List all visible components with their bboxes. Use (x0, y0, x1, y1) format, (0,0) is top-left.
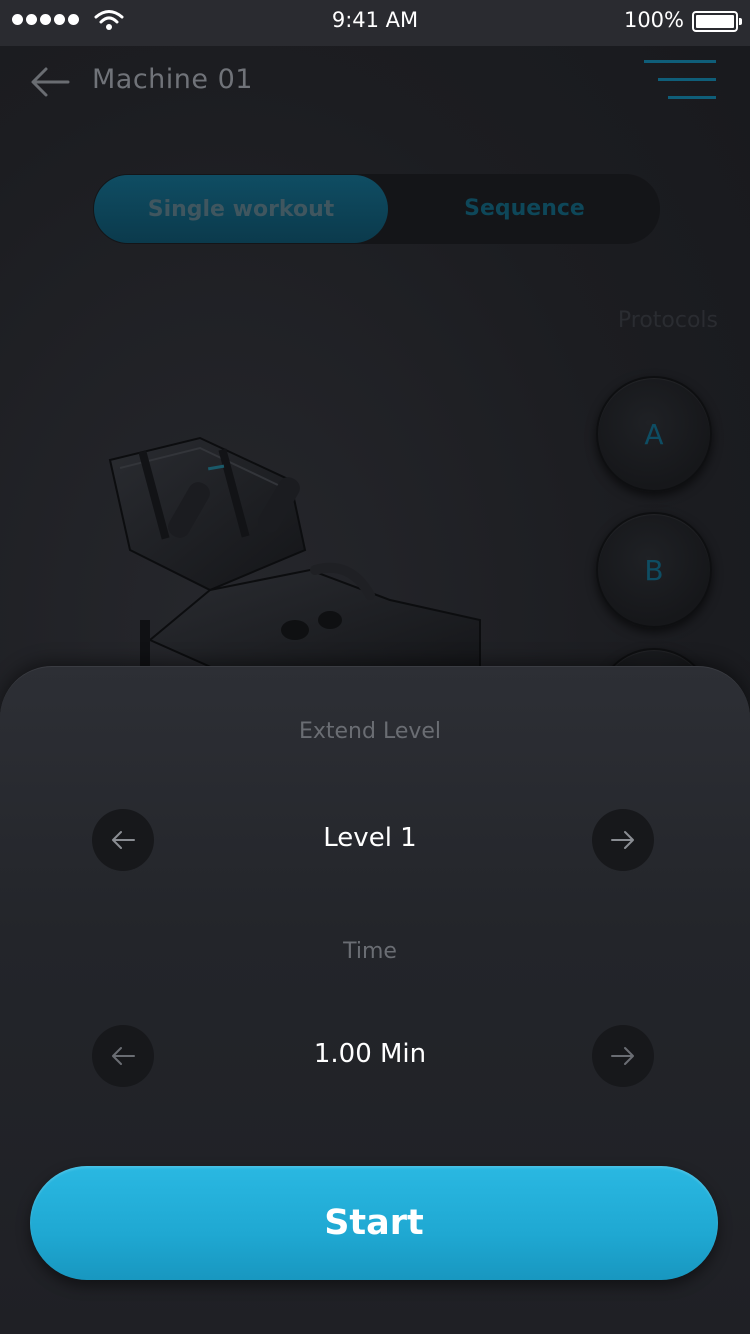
page-title: Machine 01 (92, 64, 253, 95)
time-label: Time (343, 939, 397, 964)
start-button[interactable]: Start (30, 1166, 718, 1280)
arrow-right-icon (611, 831, 634, 849)
extend-level-increase-button[interactable] (592, 809, 654, 871)
back-button[interactable] (28, 64, 72, 100)
protocol-a-button[interactable]: A (596, 376, 712, 492)
menu-button[interactable] (644, 60, 716, 102)
status-bar: 9:41 AM 100% (0, 0, 750, 46)
battery-icon (692, 11, 742, 32)
arrow-right-icon (611, 1047, 634, 1065)
protocols-label: Protocols (617, 308, 718, 333)
time-increase-button[interactable] (592, 1025, 654, 1087)
battery-percentage: 100% (623, 8, 684, 32)
extend-level-label: Extend Level (298, 719, 442, 744)
menu-icon (644, 60, 716, 99)
back-arrow-icon (31, 67, 70, 97)
tab-sequence[interactable]: Sequence (389, 174, 660, 242)
machine-image (108, 436, 481, 680)
protocol-b-button[interactable]: B (596, 512, 712, 628)
workout-mode-toggle: Single workout Sequence (93, 174, 660, 244)
tab-single-workout[interactable]: Single workout (94, 175, 388, 243)
